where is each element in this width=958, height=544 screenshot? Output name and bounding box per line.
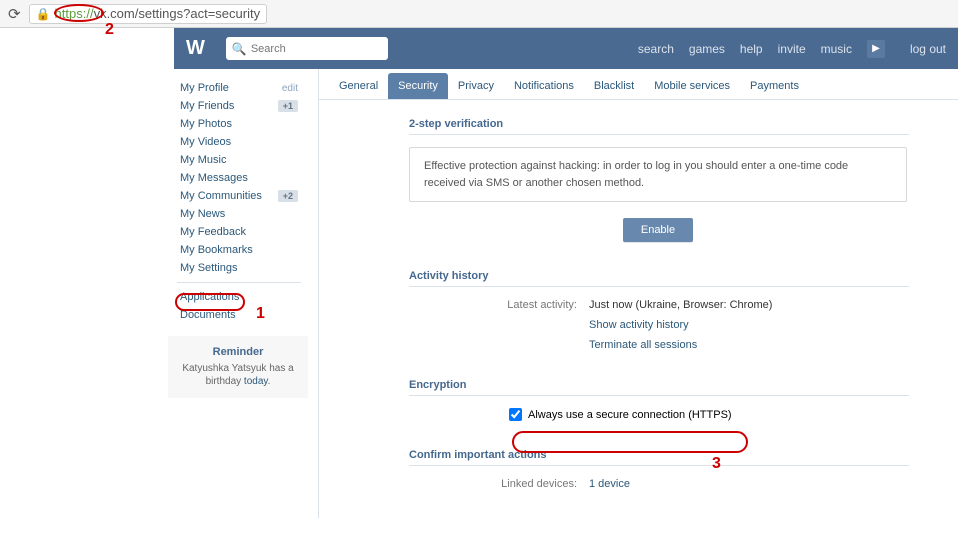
section-activity: Activity history Latest activity: Just n…	[409, 270, 958, 351]
sidebar-item-label: My Videos	[180, 136, 231, 148]
sidebar-item-news[interactable]: My News	[174, 205, 304, 223]
search-icon: 🔍	[232, 42, 247, 56]
section-confirm: Confirm important actions Linked devices…	[409, 449, 958, 490]
sidebar-item-label: Applications	[180, 291, 239, 303]
section-encryption: Encryption Always use a secure connectio…	[409, 379, 958, 421]
tab-notifications[interactable]: Notifications	[504, 73, 584, 99]
show-activity-link[interactable]: Show activity history	[589, 319, 689, 331]
terminate-sessions-link[interactable]: Terminate all sessions	[589, 339, 697, 351]
reload-icon[interactable]: ⟳	[8, 5, 21, 23]
https-checkbox-label: Always use a secure connection (HTTPS)	[528, 409, 732, 421]
sidebar-edit-link[interactable]: edit	[282, 83, 298, 94]
sidebar-item-applications[interactable]: Applications	[174, 288, 304, 306]
https-checkbox[interactable]	[509, 408, 522, 421]
topnav-games[interactable]: games	[689, 42, 725, 56]
sidebar-item-label: My News	[180, 208, 225, 220]
search-input[interactable]	[251, 43, 371, 55]
sidebar-item-label: Documents	[180, 309, 236, 321]
topnav-music[interactable]: music	[821, 42, 852, 56]
sidebar-item-label: My Settings	[180, 262, 237, 274]
sidebar-item-settings[interactable]: My Settings	[174, 259, 304, 277]
sidebar-item-label: My Profile	[180, 82, 229, 94]
settings-body: 2-step verification Effective protection…	[319, 100, 958, 490]
sidebar-item-label: My Feedback	[180, 226, 246, 238]
sidebar-item-messages[interactable]: My Messages	[174, 169, 304, 187]
section-title: 2-step verification	[409, 118, 909, 135]
sidebar-item-documents[interactable]: Documents	[174, 306, 304, 324]
tab-blacklist[interactable]: Blacklist	[584, 73, 644, 99]
sidebar-item-feedback[interactable]: My Feedback	[174, 223, 304, 241]
vk-logo[interactable]: W	[186, 37, 202, 60]
tab-general[interactable]: General	[329, 73, 388, 99]
tab-mobile-services[interactable]: Mobile services	[644, 73, 740, 99]
sidebar-item-friends[interactable]: My Friends +1	[174, 97, 304, 115]
reminder-box: Reminder Katyushka Yatsyuk has a birthda…	[168, 336, 308, 398]
sidebar-badge: +1	[278, 100, 298, 112]
sidebar-item-label: My Friends	[180, 100, 234, 112]
tabs: General Security Privacy Notifications B…	[319, 69, 958, 100]
sidebar-item-label: My Music	[180, 154, 226, 166]
latest-activity-label: Latest activity:	[409, 299, 589, 311]
linked-devices-label: Linked devices:	[409, 478, 589, 490]
sidebar-badge: +2	[278, 190, 298, 202]
two-step-info: Effective protection against hacking: in…	[409, 147, 907, 202]
search-box[interactable]: 🔍	[226, 37, 388, 60]
tab-payments[interactable]: Payments	[740, 73, 809, 99]
section-title: Confirm important actions	[409, 449, 909, 466]
topnav-invite[interactable]: invite	[778, 42, 806, 56]
sidebar: My Profile edit My Friends +1 My Photos …	[174, 69, 304, 518]
sidebar-item-communities[interactable]: My Communities +2	[174, 187, 304, 205]
linked-devices-link[interactable]: 1 device	[589, 478, 630, 490]
section-two-step: 2-step verification Effective protection…	[409, 118, 958, 242]
tab-privacy[interactable]: Privacy	[448, 73, 504, 99]
topnav-help[interactable]: help	[740, 42, 763, 56]
sidebar-item-label: My Communities	[180, 190, 262, 202]
topbar: W 🔍 search games help invite music ▶ log…	[174, 28, 958, 69]
reminder-text: Katyushka Yatsyuk has a birthday today.	[176, 362, 300, 388]
lock-icon: 🔒	[36, 7, 51, 21]
reminder-today-link[interactable]: today	[244, 376, 268, 387]
topnav-play-icon[interactable]: ▶	[867, 40, 885, 58]
sidebar-item-label: My Messages	[180, 172, 248, 184]
sidebar-item-bookmarks[interactable]: My Bookmarks	[174, 241, 304, 259]
reminder-title: Reminder	[176, 346, 300, 358]
section-title: Activity history	[409, 270, 909, 287]
enable-button[interactable]: Enable	[623, 218, 693, 242]
topnav-logout[interactable]: log out	[910, 42, 946, 56]
url-bar[interactable]: 🔒 https://vk.com/settings?act=security	[29, 4, 268, 24]
sidebar-item-label: My Photos	[180, 118, 232, 130]
tab-security[interactable]: Security	[388, 73, 448, 99]
url-rest: vk.com/settings?act=security	[94, 6, 261, 21]
topnav-search[interactable]: search	[638, 42, 674, 56]
latest-activity-value: Just now (Ukraine, Browser: Chrome)	[589, 299, 772, 311]
sidebar-item-profile[interactable]: My Profile edit	[174, 79, 304, 97]
content: My Profile edit My Friends +1 My Photos …	[174, 69, 958, 518]
url-scheme: https://	[55, 6, 94, 21]
sidebar-item-music[interactable]: My Music	[174, 151, 304, 169]
sidebar-item-label: My Bookmarks	[180, 244, 253, 256]
sidebar-item-photos[interactable]: My Photos	[174, 115, 304, 133]
browser-chrome: ⟳ 🔒 https://vk.com/settings?act=security	[0, 0, 958, 28]
section-title: Encryption	[409, 379, 909, 396]
topnav-links: search games help invite music ▶ log out	[638, 40, 946, 58]
sidebar-divider	[177, 282, 301, 283]
sidebar-item-videos[interactable]: My Videos	[174, 133, 304, 151]
main: General Security Privacy Notifications B…	[318, 69, 958, 518]
https-checkbox-row[interactable]: Always use a secure connection (HTTPS)	[509, 408, 958, 421]
